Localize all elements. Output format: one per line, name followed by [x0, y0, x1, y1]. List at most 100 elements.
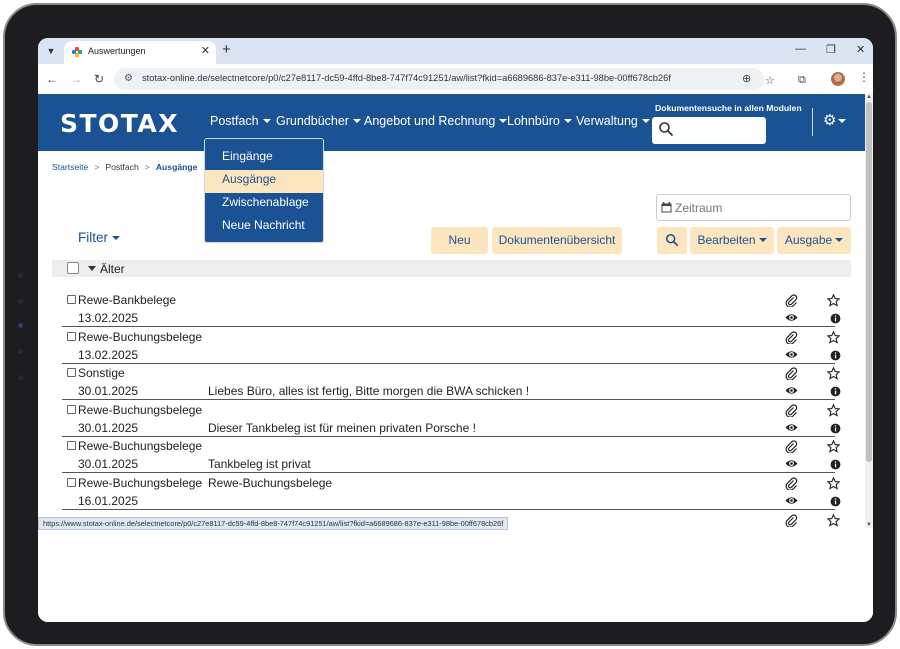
star-icon[interactable] [826, 366, 841, 380]
row-message-top: Rewe-Buchungsbelege [208, 476, 333, 490]
row-checkbox[interactable] [67, 295, 76, 304]
site-info-icon[interactable]: ⚙ [124, 73, 133, 84]
reload-icon[interactable]: ↻ [94, 72, 104, 86]
paperclip-icon[interactable] [785, 294, 798, 308]
table-row[interactable]: Rewe-Buchungsbelege 13.02.2025 [62, 328, 841, 364]
menu-lohnbuero[interactable]: Lohnbüro [507, 114, 572, 128]
row-checkbox[interactable] [67, 331, 76, 341]
chevron-down-icon [838, 119, 847, 123]
group-label: Älter [100, 262, 125, 276]
row-category: Rewe-Buchungsbelege [78, 402, 203, 417]
minimize-icon[interactable]: — [795, 43, 806, 55]
info-icon[interactable] [830, 421, 841, 434]
docsearch-label: Dokumentensuche in allen Modulen [655, 103, 802, 113]
row-checkbox[interactable] [67, 404, 76, 414]
vertical-scrollbar[interactable]: ▲ ▼ [865, 94, 873, 528]
menu-postfach[interactable]: Postfach [210, 114, 271, 128]
info-icon[interactable] [830, 494, 841, 507]
stotax-logo[interactable]: STOTAX [60, 109, 179, 138]
profile-avatar[interactable] [831, 72, 845, 86]
menu-label: Postfach [210, 114, 259, 128]
address-bar[interactable]: ⚙ stotax-online.de/selectnetcore/p0/c27e… [114, 68, 764, 90]
row-checkbox[interactable] [67, 368, 76, 378]
window-close-icon[interactable]: ✕ [856, 43, 865, 56]
star-icon[interactable] [826, 330, 841, 344]
docsearch-input[interactable] [652, 117, 766, 144]
back-icon[interactable]: ← [46, 72, 58, 86]
menu-verwaltung[interactable]: Verwaltung [576, 114, 650, 128]
star-icon[interactable] [826, 293, 841, 307]
dokumentenuebersicht-button[interactable]: Dokumentenübersicht [492, 227, 622, 254]
tab-close-icon[interactable]: ✕ [201, 44, 210, 57]
eye-icon[interactable] [785, 384, 798, 397]
eye-icon[interactable] [785, 311, 798, 324]
chevron-down-icon [563, 119, 572, 123]
browser-menu-icon[interactable]: ⋮ [858, 70, 870, 84]
bookmark-star-icon[interactable]: ☆ [765, 74, 775, 87]
settings-menu[interactable]: ⚙ [823, 111, 847, 129]
calendar-icon [661, 202, 672, 213]
paperclip-icon[interactable] [785, 404, 798, 418]
ausgabe-button[interactable]: Ausgabe [777, 227, 851, 254]
paperclip-icon[interactable] [785, 440, 798, 455]
select-all-checkbox[interactable] [67, 262, 79, 274]
chevron-down-icon [262, 119, 271, 123]
table-row[interactable]: Rewe-Buchungsbelege 16.01.2025 Rewe-Buchun… [62, 474, 841, 510]
row-message: Liebes Büro, alles ist fertig, Bitte mor… [208, 384, 530, 399]
table-row[interactable]: Rewe-Bankbelege 13.02.2025 [62, 291, 841, 327]
dropdown-item-neue-nachricht[interactable]: Neue Nachricht [205, 216, 323, 239]
info-icon[interactable] [830, 457, 841, 470]
menu-angebot-und-rechnung[interactable]: Angebot und Rechnung [364, 114, 508, 128]
info-icon[interactable] [830, 384, 841, 397]
menu-grundbuecher[interactable]: Grundbücher [276, 114, 361, 128]
table-row[interactable]: Sonstige 30.01.2025 Liebes Büro, alles ist… [62, 364, 841, 401]
eye-icon[interactable] [785, 457, 798, 470]
scroll-down-icon[interactable]: ▼ [865, 522, 873, 528]
scrollbar-thumb[interactable] [866, 102, 872, 462]
breadcrumb-section[interactable]: Postfach [105, 162, 138, 172]
paperclip-icon[interactable] [785, 513, 798, 528]
camera-dot [18, 323, 23, 328]
search-button[interactable] [657, 227, 687, 254]
info-icon[interactable] [830, 311, 841, 324]
zeitraum-input[interactable]: Zeitraum [656, 194, 851, 221]
dropdown-item-zwischenablage[interactable]: Zwischenablage [205, 193, 323, 216]
neu-button[interactable]: Neu [431, 227, 488, 254]
chevron-down-icon [641, 119, 650, 123]
menu-label: Lohnbüro [507, 114, 560, 128]
paperclip-icon[interactable] [785, 330, 798, 345]
table-row[interactable]: Rewe-Buchungsbelege 30.01.2025 Dieser Tank… [62, 401, 841, 437]
bearbeiten-button[interactable]: Bearbeiten [690, 227, 774, 254]
tab-search-dropdown-icon[interactable]: ▼ [43, 43, 59, 59]
breadcrumb-home[interactable]: Startseite [52, 162, 88, 172]
dropdown-item-eingaenge[interactable]: Eingänge [205, 147, 323, 170]
row-checkbox[interactable] [67, 478, 76, 487]
filter-toggle[interactable]: Filter [78, 230, 120, 245]
eye-icon[interactable] [785, 348, 798, 361]
row-checkbox[interactable] [67, 441, 76, 451]
row-date: 13.02.2025 [78, 347, 139, 362]
star-icon[interactable] [826, 476, 841, 490]
eye-icon[interactable] [785, 421, 798, 434]
extensions-icon[interactable]: ⧉ [798, 74, 806, 87]
new-tab-icon[interactable]: + [222, 41, 231, 58]
dropdown-item-ausgaenge[interactable]: Ausgänge [205, 170, 323, 193]
row-date: 16.01.2025 [78, 494, 139, 508]
search-icon [659, 122, 674, 137]
star-icon[interactable] [826, 439, 841, 454]
star-icon[interactable] [826, 513, 841, 527]
info-icon[interactable] [830, 348, 841, 361]
filter-label: Filter [78, 230, 108, 245]
eye-icon[interactable] [785, 494, 798, 507]
browser-tab[interactable]: Auswertungen ✕ [64, 41, 216, 64]
collapse-triangle-icon[interactable] [88, 266, 96, 271]
forward-icon[interactable]: → [70, 72, 82, 86]
zoom-icon[interactable]: ⊕ [742, 72, 751, 85]
paperclip-icon[interactable] [785, 367, 798, 381]
group-header-aelter[interactable]: Älter [52, 260, 851, 277]
scroll-up-icon[interactable]: ▲ [865, 94, 873, 100]
maximize-icon[interactable]: ❐ [826, 43, 836, 56]
table-row[interactable]: Rewe-Buchungsbelege 30.01.2025 Tankbeleg i… [62, 437, 841, 474]
star-icon[interactable] [826, 403, 841, 417]
paperclip-icon[interactable] [785, 477, 798, 491]
